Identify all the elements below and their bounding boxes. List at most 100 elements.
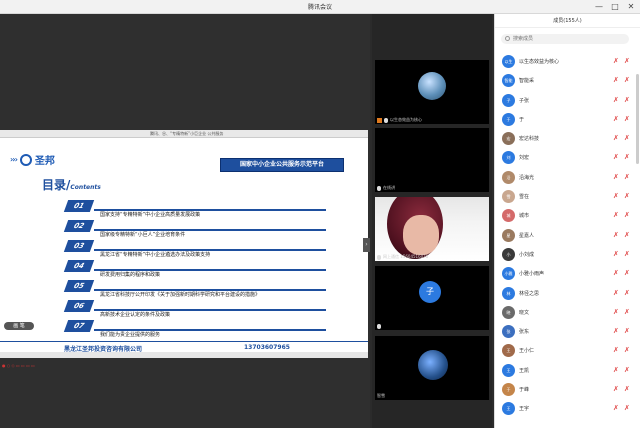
member-name: 小刘成	[519, 251, 535, 258]
camera-off-icon[interactable]: ✗	[624, 134, 630, 142]
video-gallery: 以生态效益为核心 在线讲 网上通信 15604516070 子 智雪	[372, 14, 492, 428]
member-row[interactable]: 王王宇 ✗ ✗	[495, 399, 635, 418]
member-row[interactable]: 小小刘成 ✗ ✗	[495, 245, 635, 264]
member-search[interactable]	[501, 34, 629, 44]
member-row[interactable]: 刘刘宏 ✗ ✗	[495, 148, 635, 167]
member-name: 星嘉人	[519, 232, 535, 239]
camera-off-icon[interactable]: ✗	[624, 404, 630, 412]
member-name: 王凯	[519, 367, 530, 374]
camera-off-icon[interactable]: ✗	[624, 211, 630, 219]
collapse-gallery-button[interactable]: ›	[363, 238, 370, 252]
participant-avatar	[418, 350, 448, 380]
member-list-scrollbar[interactable]	[636, 74, 639, 164]
close-button[interactable]: ✕	[626, 1, 636, 12]
member-row[interactable]: 沿沿海光 ✗ ✗	[495, 168, 635, 187]
search-icon	[505, 36, 510, 41]
camera-off-icon[interactable]: ✗	[624, 231, 630, 239]
member-name: 雪在	[519, 194, 530, 201]
member-row[interactable]: 王王凯 ✗ ✗	[495, 361, 635, 380]
camera-off-icon[interactable]: ✗	[624, 269, 630, 277]
member-search-input[interactable]	[513, 34, 623, 44]
member-row[interactable]: 雪雪在 ✗ ✗	[495, 187, 635, 206]
mic-muted-icon[interactable]: ✗	[613, 269, 619, 277]
member-row[interactable]: 晓晓文 ✗ ✗	[495, 303, 635, 322]
camera-off-icon[interactable]: ✗	[624, 250, 630, 258]
camera-off-icon[interactable]: ✗	[624, 327, 630, 335]
video-tile[interactable]: 智雪	[375, 336, 489, 400]
member-row[interactable]: 小雅 小雅小雨声 ✗ ✗	[495, 264, 635, 283]
member-avatar: 于	[502, 112, 515, 126]
member-name: 王小仁	[519, 348, 535, 355]
camera-off-icon[interactable]: ✗	[624, 153, 630, 161]
video-tile[interactable]: 网上通信 15604516070	[375, 197, 489, 261]
toc-item: 06 高新技术企业认定的条件及政策	[63, 300, 328, 318]
mic-muted-icon[interactable]: ✗	[613, 57, 619, 65]
screen-share[interactable]: 腾讯、谷、“专精特新”小巨企业 公共服务 ››› 圣邦 国家中小企业公共服务示范…	[0, 130, 368, 358]
member-avatar: 城	[502, 209, 515, 223]
maximize-button[interactable]: □	[610, 1, 620, 12]
camera-off-icon[interactable]: ✗	[624, 115, 630, 123]
mic-muted-icon[interactable]: ✗	[613, 366, 619, 374]
camera-off-icon[interactable]: ✗	[624, 346, 630, 354]
member-row[interactable]: 子子张 ✗ ✗	[495, 91, 635, 110]
toc-item: 03 黑龙江省“专精特新”中小企业遴选办法及政策支持	[63, 240, 328, 258]
member-name: 沿海光	[519, 174, 535, 181]
mic-muted-icon[interactable]: ✗	[613, 308, 619, 316]
minimize-button[interactable]: —	[594, 1, 604, 12]
mic-muted-icon[interactable]: ✗	[613, 134, 619, 142]
mic-muted-icon[interactable]: ✗	[613, 192, 619, 200]
camera-off-icon[interactable]: ✗	[624, 173, 630, 181]
video-tile[interactable]: 在线讲	[375, 128, 489, 192]
pen-button[interactable]: 画 笔	[4, 322, 34, 330]
member-avatar: 子	[502, 93, 515, 107]
camera-off-icon[interactable]: ✗	[624, 308, 630, 316]
member-row[interactable]: 于于峰 ✗ ✗	[495, 380, 635, 399]
member-row[interactable]: 城城市 ✗ ✗	[495, 206, 635, 225]
mic-icon	[377, 254, 381, 260]
toc-item-number: 03	[63, 240, 95, 252]
member-name: 王宇	[519, 406, 530, 413]
video-tile[interactable]: 子	[375, 266, 489, 330]
mic-muted-icon[interactable]: ✗	[613, 96, 619, 104]
toc-item: 01 国家支持“专精特新”中小企业高质量发展政策	[63, 200, 328, 218]
mic-muted-icon[interactable]: ✗	[613, 76, 619, 84]
member-row[interactable]: 智能 智能采 ✗ ✗	[495, 71, 635, 90]
member-row[interactable]: 星星嘉人 ✗ ✗	[495, 226, 635, 245]
mic-muted-icon[interactable]: ✗	[613, 346, 619, 354]
mic-muted-icon[interactable]: ✗	[613, 115, 619, 123]
mic-muted-icon[interactable]: ✗	[613, 289, 619, 297]
mic-muted-icon[interactable]: ✗	[613, 327, 619, 335]
member-row[interactable]: 于于 ✗ ✗	[495, 110, 635, 129]
toc-item: 02 国家级专精特新“小巨人”企业培育条件	[63, 220, 328, 238]
camera-off-icon[interactable]: ✗	[624, 366, 630, 374]
participant-name: 智雪	[377, 393, 385, 398]
camera-off-icon[interactable]: ✗	[624, 96, 630, 104]
mic-muted-icon[interactable]: ✗	[613, 231, 619, 239]
camera-off-icon[interactable]: ✗	[624, 385, 630, 393]
mic-muted-icon[interactable]: ✗	[613, 385, 619, 393]
member-row[interactable]: 宏宏达科技 ✗ ✗	[495, 129, 635, 148]
mic-muted-icon[interactable]: ✗	[613, 211, 619, 219]
camera-off-icon[interactable]: ✗	[624, 76, 630, 84]
member-row[interactable]: 张张东 ✗ ✗	[495, 322, 635, 341]
mic-muted-icon[interactable]: ✗	[613, 250, 619, 258]
mic-muted-icon[interactable]: ✗	[613, 153, 619, 161]
member-name: 宏达科技	[519, 136, 540, 143]
member-row[interactable]: 王王小仁 ✗ ✗	[495, 341, 635, 360]
tile-caption: 网上通信 15604516070	[377, 254, 428, 260]
share-toolbar-icons[interactable]: ● ○ ◇ ▭ ▭ ▭ ▭	[0, 363, 35, 368]
video-tile[interactable]: 以生态效益为核心	[375, 60, 489, 124]
toc-item: 07 我们能为贵企业提供的服务	[63, 320, 328, 338]
share-toolbar[interactable]: ● ○ ◇ ▭ ▭ ▭ ▭	[0, 352, 368, 368]
camera-off-icon[interactable]: ✗	[624, 57, 630, 65]
member-row[interactable]: 以生 以生态效益为核心 ✗ ✗	[495, 52, 635, 71]
host-badge-icon	[377, 117, 382, 123]
toc-item-number: 04	[63, 260, 95, 272]
camera-off-icon[interactable]: ✗	[624, 192, 630, 200]
member-row[interactable]: 林林径之思 ✗ ✗	[495, 284, 635, 303]
participant-name: 以生态效益为核心	[390, 117, 422, 122]
mic-muted-icon[interactable]: ✗	[613, 173, 619, 181]
member-avatar: 小雅	[502, 267, 515, 281]
camera-off-icon[interactable]: ✗	[624, 289, 630, 297]
mic-muted-icon[interactable]: ✗	[613, 404, 619, 412]
